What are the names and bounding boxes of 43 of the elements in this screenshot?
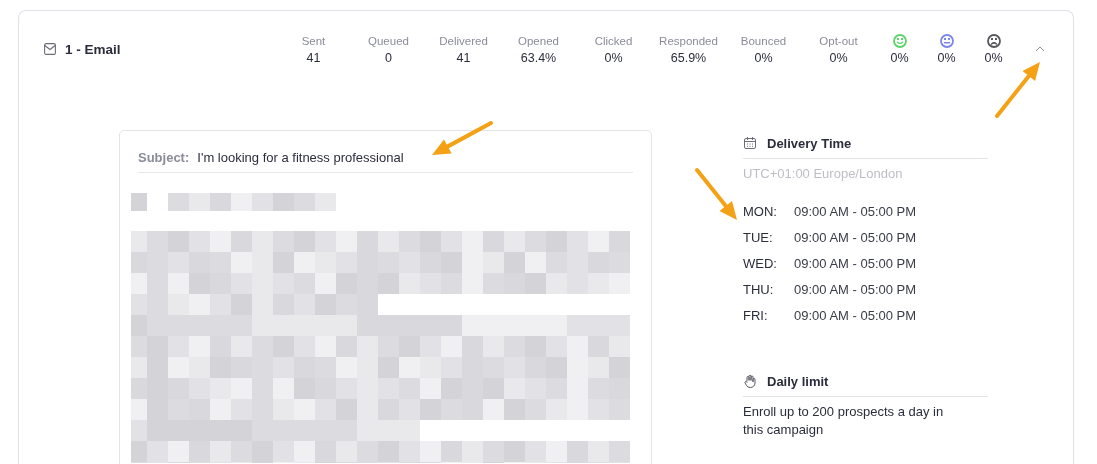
stat-value: 0% bbox=[937, 51, 956, 65]
stat-value: 63.4% bbox=[520, 51, 557, 65]
hand-icon bbox=[743, 374, 757, 388]
hours-text: 09:00 AM - 05:00 PM bbox=[794, 229, 917, 245]
stat-value: 65.9% bbox=[670, 51, 707, 65]
annotation-arrow bbox=[995, 62, 1040, 118]
day-label: THU: bbox=[743, 281, 775, 297]
section-title: Daily limit bbox=[767, 373, 829, 389]
stat-value: 0% bbox=[754, 51, 773, 65]
stat-label: Delivered bbox=[439, 33, 488, 48]
chevron-up-icon bbox=[1035, 46, 1045, 52]
section-title: Delivery Time bbox=[767, 135, 852, 151]
day-label: TUE: bbox=[743, 229, 774, 245]
day-label: FRI: bbox=[743, 307, 769, 323]
stat-label: Responded bbox=[659, 33, 718, 48]
subject-text: I'm looking for a fitness professional bbox=[197, 150, 404, 165]
envelope-icon bbox=[44, 43, 56, 55]
annotation-arrow bbox=[695, 168, 737, 220]
stat-value: 41 bbox=[456, 51, 471, 65]
hours-text: 09:00 AM - 05:00 PM bbox=[794, 203, 917, 219]
stat-value: 0% bbox=[890, 51, 909, 65]
stat-value: 0% bbox=[829, 51, 848, 65]
step-title: 1 - Email bbox=[65, 41, 121, 57]
stat-label: Bounced bbox=[740, 33, 787, 48]
stat-label: Sent bbox=[301, 33, 326, 48]
stat-label: Queued bbox=[368, 33, 409, 48]
stat-label: Opened bbox=[518, 33, 559, 48]
day-label: WED: bbox=[743, 255, 778, 271]
day-label: MON: bbox=[743, 203, 778, 219]
stat-value: 0 bbox=[385, 51, 392, 65]
stat-value: 0% bbox=[604, 51, 623, 65]
stat-value: 0% bbox=[984, 51, 1003, 65]
hours-text: 09:00 AM - 05:00 PM bbox=[794, 281, 917, 297]
annotation-arrow bbox=[432, 121, 493, 155]
subject-label: Subject: bbox=[138, 150, 190, 165]
daily-limit-text: Enroll up to 200 prospects a day in this campaign bbox=[743, 403, 945, 439]
stat-value: 41 bbox=[306, 51, 321, 65]
stat-label: Opt-out bbox=[819, 33, 858, 48]
calendar-icon bbox=[743, 136, 757, 150]
timezone-text: UTC+01:00 Europe/London bbox=[743, 166, 904, 181]
stat-label: Clicked bbox=[594, 33, 633, 48]
hours-text: 09:00 AM - 05:00 PM bbox=[794, 307, 917, 323]
hours-text: 09:00 AM - 05:00 PM bbox=[794, 255, 917, 271]
